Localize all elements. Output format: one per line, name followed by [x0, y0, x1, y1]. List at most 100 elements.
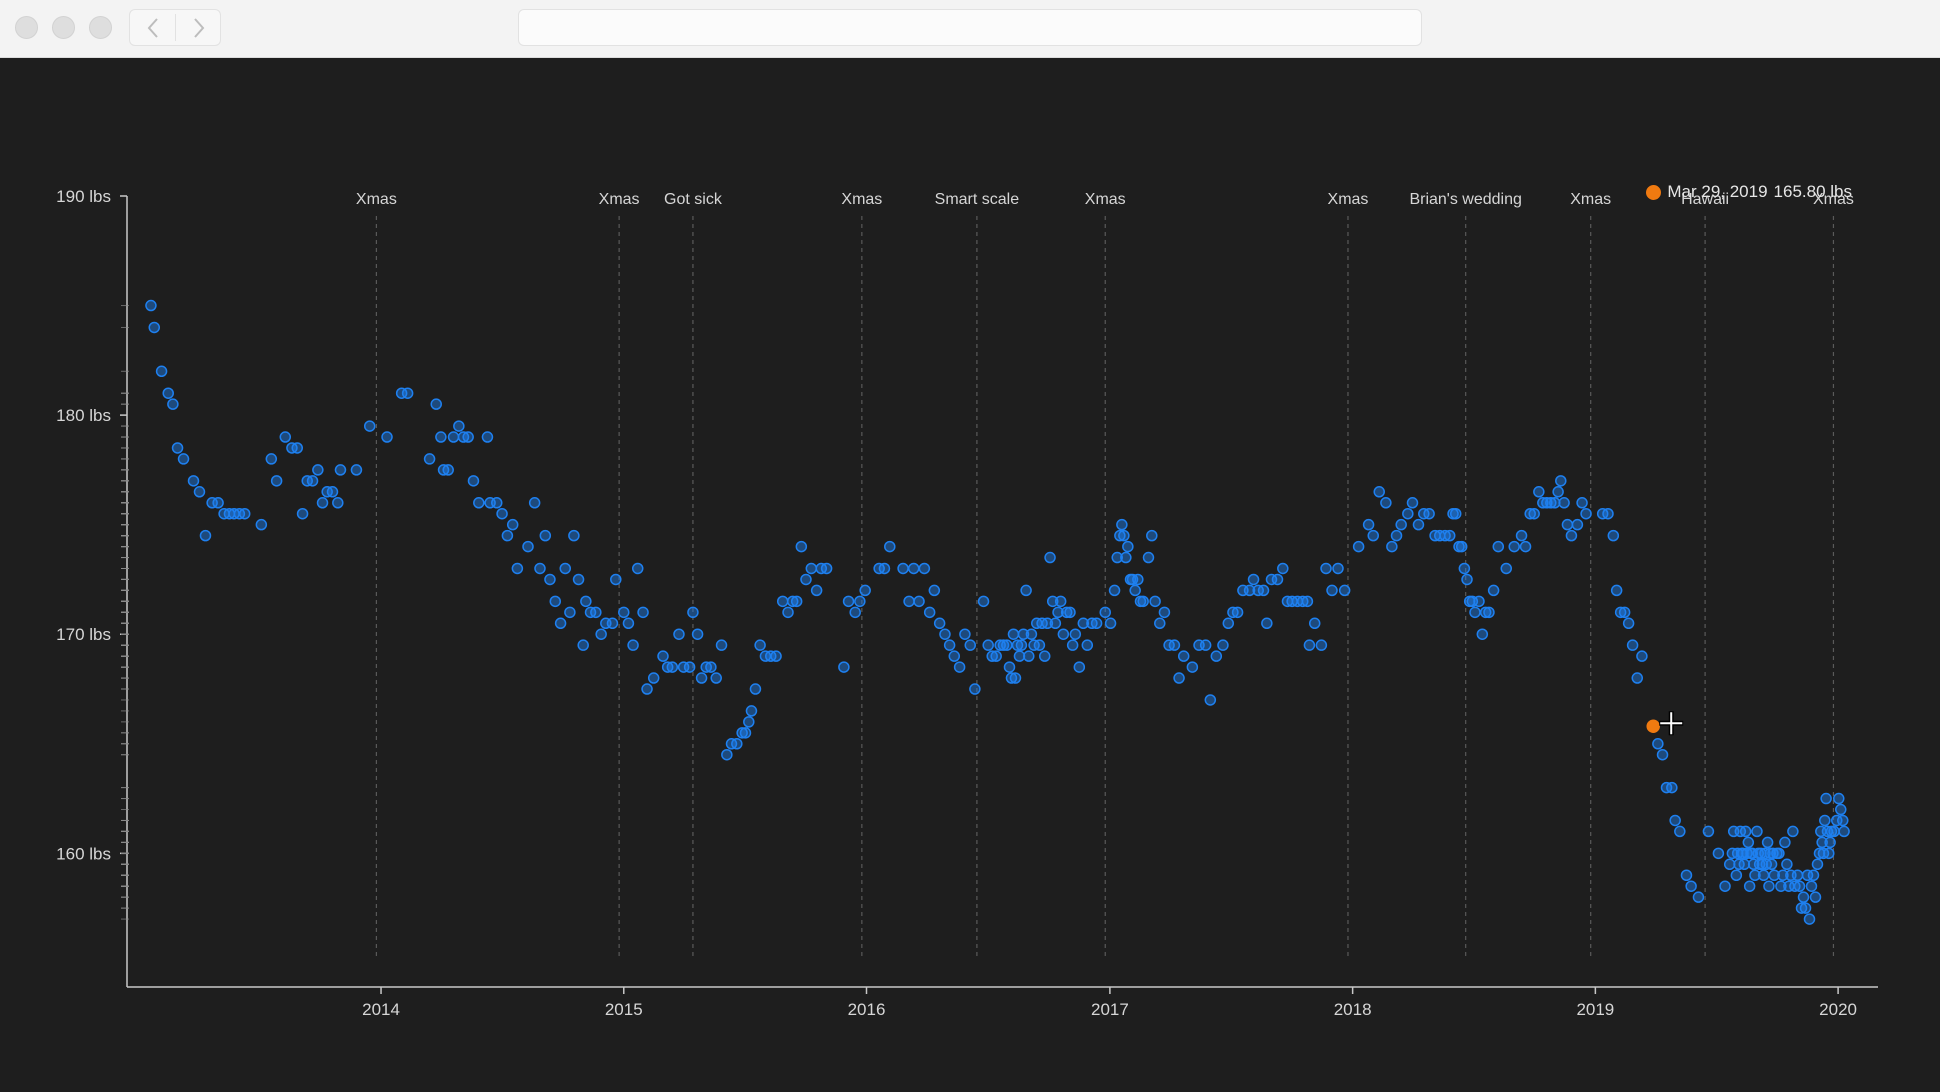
data-point — [1007, 628, 1020, 640]
data-point — [710, 672, 722, 684]
data-point — [969, 683, 981, 695]
weight-scatter-chart[interactable]: 190 lbs 180 lbs 170 lbs 160 lbs 2014 2015 2016… — [0, 58, 1940, 1092]
data-point — [933, 617, 946, 630]
data-point — [1793, 880, 1806, 892]
data-point — [1326, 584, 1338, 597]
data-point — [363, 420, 376, 432]
data-point — [1186, 661, 1199, 673]
data-point — [1120, 551, 1132, 564]
annotation-label: Brian's wedding — [1409, 191, 1521, 208]
data-point — [265, 453, 278, 465]
data-point — [255, 518, 268, 531]
data-point — [435, 431, 447, 443]
data-point — [306, 475, 319, 487]
y-tick-label: 190 lbs — [56, 187, 111, 206]
data-point — [1674, 825, 1686, 838]
close-window-button[interactable] — [15, 16, 38, 39]
data-point — [1081, 639, 1094, 651]
data-point — [162, 387, 174, 399]
data-point — [506, 518, 519, 531]
data-point — [1500, 562, 1513, 575]
data-point — [666, 661, 679, 673]
data-point — [691, 628, 704, 640]
data-point — [1730, 869, 1743, 882]
data-point — [745, 705, 758, 717]
data-point — [1204, 694, 1217, 706]
data-point — [1476, 628, 1489, 640]
data-point — [907, 562, 920, 575]
zoom-window-button[interactable] — [89, 16, 112, 39]
data-point — [1158, 606, 1171, 619]
x-tick-label: 2017 — [1091, 1000, 1129, 1019]
y-tick-label: 170 lbs — [56, 625, 111, 644]
data-point — [1549, 497, 1561, 509]
data-point — [1805, 880, 1818, 892]
data-point — [705, 661, 717, 673]
data-point — [715, 639, 728, 651]
chevron-right-icon — [193, 17, 204, 38]
data-point — [511, 562, 524, 575]
data-point — [770, 650, 782, 662]
data-point — [622, 617, 635, 630]
data-point — [854, 595, 866, 608]
data-point — [754, 639, 766, 651]
address-bar[interactable] — [518, 9, 1422, 46]
data-point — [1469, 606, 1481, 619]
data-point — [1025, 628, 1038, 640]
data-point — [491, 497, 503, 509]
data-point — [401, 387, 414, 399]
forward-button[interactable] — [176, 10, 221, 45]
data-point — [580, 595, 592, 608]
data-point — [447, 431, 460, 443]
highlighted-point — [1646, 719, 1660, 734]
data-point — [1177, 650, 1190, 662]
data-point — [496, 507, 508, 520]
data-point — [1739, 825, 1752, 838]
data-point — [990, 650, 1002, 662]
data-point — [939, 628, 951, 640]
data-point — [481, 431, 494, 443]
back-button[interactable] — [130, 10, 175, 45]
data-point — [884, 540, 896, 553]
data-point — [326, 486, 339, 498]
data-point — [1487, 584, 1500, 597]
data-point — [1824, 836, 1836, 849]
data-point — [1631, 672, 1644, 684]
data-point — [948, 650, 961, 662]
x-tick-label: 2014 — [362, 1000, 400, 1019]
minimize-window-button[interactable] — [52, 16, 75, 39]
data-point — [1763, 880, 1775, 892]
data-point — [1561, 518, 1574, 531]
data-point — [332, 497, 344, 509]
annotation-label: Got sick — [664, 191, 723, 208]
data-point — [1455, 540, 1468, 553]
data-point — [959, 628, 971, 640]
data-point — [1303, 639, 1316, 651]
data-point — [1271, 573, 1284, 586]
data-point — [1610, 584, 1623, 597]
data-point — [1458, 562, 1471, 575]
data-point — [1773, 847, 1785, 860]
data-point — [1116, 518, 1128, 531]
data-point — [610, 573, 622, 586]
annotation-label: Xmas — [356, 191, 397, 208]
data-point — [1099, 606, 1111, 619]
data-point — [923, 606, 936, 619]
data-point — [859, 584, 871, 597]
data-point — [1622, 617, 1635, 630]
data-point — [673, 628, 685, 640]
data-point — [1765, 858, 1778, 871]
data-point — [1338, 584, 1351, 597]
data-point — [805, 562, 818, 575]
data-point — [1781, 858, 1793, 871]
data-point — [145, 299, 157, 312]
browser-toolbar — [0, 0, 1940, 58]
data-point — [1142, 551, 1155, 564]
data-point — [687, 606, 699, 619]
data-point — [1702, 825, 1715, 838]
data-point — [928, 584, 941, 597]
data-point — [539, 529, 552, 542]
data-point — [1607, 529, 1620, 542]
data-point — [982, 639, 994, 651]
data-point — [1015, 639, 1028, 651]
